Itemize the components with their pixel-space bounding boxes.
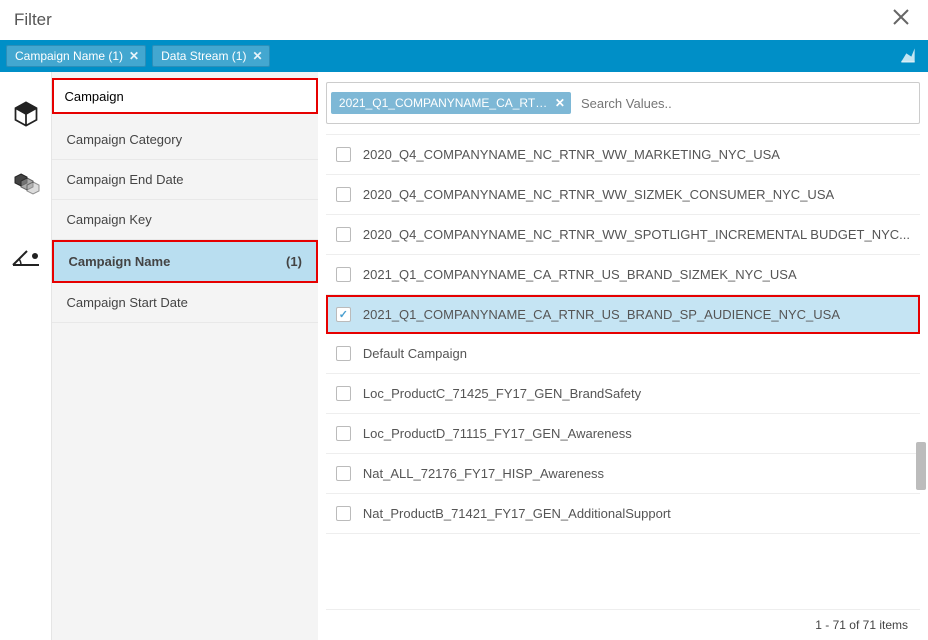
value-label: 2021_Q1_COMPANYNAME_CA_RTNR_US_BRAND_SP_… [363, 307, 840, 322]
dialog-header: Filter [0, 0, 928, 40]
item-count: 1 - 71 of 71 items [815, 618, 908, 632]
values-panel: 2021_Q1_COMPANYNAME_CA_RTNR_US... ✕ 2020… [318, 72, 928, 640]
checkbox[interactable] [336, 227, 351, 242]
value-label: Nat_ALL_72176_FY17_HISP_Awareness [363, 466, 604, 481]
checkbox[interactable] [336, 426, 351, 441]
chip-label: 2021_Q1_COMPANYNAME_CA_RTNR_US... [339, 96, 549, 110]
chip-label: Data Stream (1) [161, 49, 246, 63]
value-row[interactable]: Loc_ProductD_71115_FY17_GEN_Awareness [326, 414, 920, 454]
value-label: Nat_ProductB_71421_FY17_GEN_AdditionalSu… [363, 506, 671, 521]
value-search-wrap: 2021_Q1_COMPANYNAME_CA_RTNR_US... ✕ [326, 82, 920, 124]
filter-chip-campaign-name[interactable]: Campaign Name (1) ✕ [6, 45, 146, 67]
active-filters-bar: Campaign Name (1) ✕ Data Stream (1) ✕ [0, 40, 928, 72]
rail-cube-icon[interactable] [6, 90, 46, 138]
filter-chip-data-stream[interactable]: Data Stream (1) ✕ [152, 45, 269, 67]
value-label: 2020_Q4_COMPANYNAME_NC_RTNR_WW_SPOTLIGHT… [363, 227, 910, 242]
value-row[interactable]: 2020_Q4_COMPANYNAME_NC_RTNR_WW_SIZMEK_CO… [326, 175, 920, 215]
value-row[interactable]: Default Campaign [326, 334, 920, 374]
attributes-panel: Campaign Category Campaign End Date Camp… [52, 72, 317, 640]
attr-label: Campaign Start Date [66, 295, 187, 310]
scrollbar-thumb[interactable] [916, 442, 926, 490]
attr-label: Campaign End Date [66, 172, 183, 187]
clear-all-icon[interactable] [898, 45, 918, 68]
checkbox-checked[interactable] [336, 307, 351, 322]
attr-campaign-end-date[interactable]: Campaign End Date [52, 160, 317, 200]
value-row[interactable]: 2021_Q1_COMPANYNAME_CA_RTNR_US_BRAND_SIZ… [326, 255, 920, 295]
value-search-input[interactable] [571, 96, 915, 111]
rail-cubes-icon[interactable] [6, 162, 46, 210]
checkbox[interactable] [336, 187, 351, 202]
attr-label: Campaign Name [68, 254, 170, 269]
value-label: 2021_Q1_COMPANYNAME_CA_RTNR_US_BRAND_SIZ… [363, 267, 797, 282]
attr-campaign-start-date[interactable]: Campaign Start Date [52, 283, 317, 323]
checkbox[interactable] [336, 346, 351, 361]
main-layout: Campaign Category Campaign End Date Camp… [0, 72, 928, 640]
selected-value-chip[interactable]: 2021_Q1_COMPANYNAME_CA_RTNR_US... ✕ [331, 92, 571, 114]
checkbox[interactable] [336, 466, 351, 481]
chip-label: Campaign Name (1) [15, 49, 123, 63]
value-label: Loc_ProductD_71115_FY17_GEN_Awareness [363, 426, 632, 441]
rail-angle-icon[interactable] [6, 234, 46, 282]
attr-campaign-category[interactable]: Campaign Category [52, 120, 317, 160]
value-row[interactable]: Nat_ProductB_71421_FY17_GEN_AdditionalSu… [326, 494, 920, 534]
attr-campaign-name[interactable]: Campaign Name (1) [52, 240, 317, 283]
chip-remove-icon[interactable]: ✕ [555, 96, 565, 110]
value-label: 2020_Q4_COMPANYNAME_NC_RTNR_WW_MARKETING… [363, 147, 780, 162]
checkbox[interactable] [336, 147, 351, 162]
icon-rail [0, 72, 52, 640]
value-label: Loc_ProductC_71425_FY17_GEN_BrandSafety [363, 386, 641, 401]
value-row-selected[interactable]: 2021_Q1_COMPANYNAME_CA_RTNR_US_BRAND_SP_… [326, 295, 920, 334]
attr-label: Campaign Category [66, 132, 182, 147]
value-label: 2020_Q4_COMPANYNAME_NC_RTNR_WW_SIZMEK_CO… [363, 187, 834, 202]
value-label: Default Campaign [363, 346, 467, 361]
value-row[interactable]: 2020_Q4_COMPANYNAME_NC_RTNR_WW_SPOTLIGHT… [326, 215, 920, 255]
chip-remove-icon[interactable]: ✕ [252, 49, 262, 63]
attr-count: (1) [286, 254, 302, 269]
checkbox[interactable] [336, 267, 351, 282]
checkbox[interactable] [336, 506, 351, 521]
attribute-search-box[interactable] [52, 78, 317, 114]
close-icon[interactable] [888, 4, 914, 36]
attr-campaign-key[interactable]: Campaign Key [52, 200, 317, 240]
checkbox[interactable] [336, 386, 351, 401]
chip-remove-icon[interactable]: ✕ [129, 49, 139, 63]
value-row[interactable]: Nat_ALL_72176_FY17_HISP_Awareness [326, 454, 920, 494]
dialog-title: Filter [14, 10, 52, 30]
attr-label: Campaign Key [66, 212, 151, 227]
pagination-footer: 1 - 71 of 71 items [326, 609, 920, 640]
attribute-search-input[interactable] [64, 89, 305, 104]
value-list[interactable]: 2020_Q4_COMPANYNAME_NC_RTNR_WW_MARKETING… [326, 134, 920, 609]
value-row[interactable]: Loc_ProductC_71425_FY17_GEN_BrandSafety [326, 374, 920, 414]
value-row[interactable]: 2020_Q4_COMPANYNAME_NC_RTNR_WW_MARKETING… [326, 135, 920, 175]
